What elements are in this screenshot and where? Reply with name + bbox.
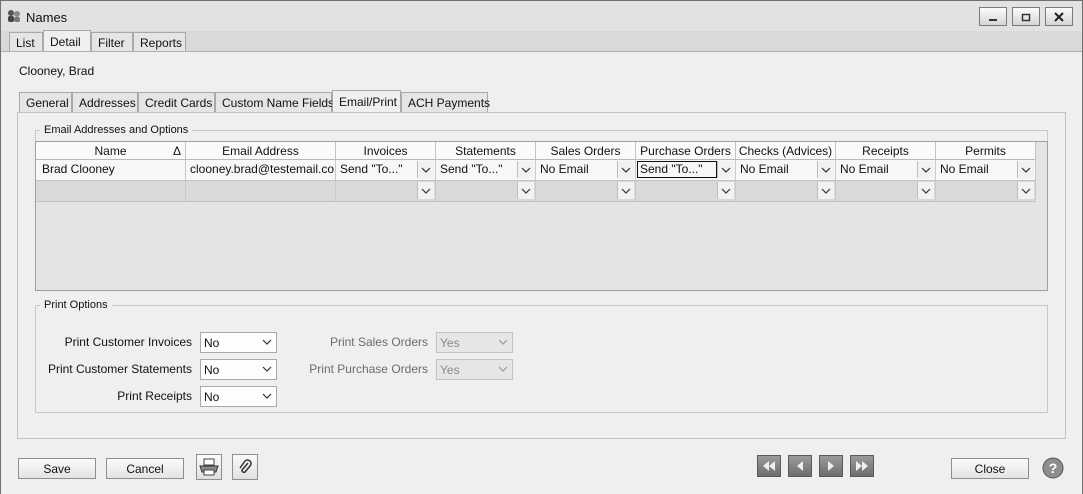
print-sales-orders-select: Yes (436, 332, 513, 353)
new-row-sales-orders-select[interactable] (536, 181, 636, 202)
names-window: Names List Detail Filter Reports Clooney… (0, 0, 1083, 494)
print-receipts-select[interactable]: No (200, 386, 277, 407)
new-row-name[interactable] (36, 181, 186, 202)
print-purchase-orders-label: Print Purchase Orders (309, 362, 428, 376)
previous-record-icon (797, 461, 803, 471)
printer-icon (199, 458, 219, 476)
chevron-down-icon (621, 167, 631, 173)
email-options-title: Email Addresses and Options (44, 124, 189, 136)
cell-statements-select[interactable]: Send "To..." (436, 160, 536, 181)
chevron-down-icon (421, 188, 431, 194)
print-customer-invoices-label: Print Customer Invoices (64, 335, 192, 349)
chevron-down-icon (262, 366, 272, 372)
chevron-down-icon (821, 188, 831, 194)
previous-record-button[interactable] (788, 455, 812, 477)
detail-panel: Clooney, Brad General Addresses Credit C… (1, 51, 1082, 494)
column-header-purchase-orders[interactable]: Purchase Orders (636, 142, 736, 160)
print-options-title: Print Options (44, 299, 108, 311)
first-record-icon (763, 461, 775, 471)
tab-email-print[interactable]: Email/Print (332, 90, 401, 112)
chevron-down-icon (721, 167, 731, 173)
new-row-permits-select[interactable] (936, 181, 1036, 202)
next-record-icon (828, 461, 834, 471)
title-bar: Names (1, 1, 1082, 31)
new-row-statements-select[interactable] (436, 181, 536, 202)
chevron-down-icon (621, 188, 631, 194)
chevron-down-icon (721, 188, 731, 194)
print-customer-statements-label: Print Customer Statements (47, 362, 192, 376)
last-record-icon (856, 461, 868, 471)
column-header-sales-orders[interactable]: Sales Orders (536, 142, 636, 160)
chevron-down-icon (521, 167, 531, 173)
email-grid[interactable]: Name Δ Email Address Invoices Statements… (35, 141, 1048, 291)
print-sales-orders-label: Print Sales Orders (329, 335, 428, 349)
cell-receipts-select[interactable]: No Email (836, 160, 936, 181)
chevron-down-icon (262, 339, 272, 345)
chevron-down-icon (1021, 188, 1031, 194)
print-button[interactable] (196, 454, 222, 480)
last-record-button[interactable] (850, 455, 874, 477)
sort-ascending-icon: Δ (172, 144, 181, 158)
chevron-down-icon (921, 167, 931, 173)
new-row-invoices-select[interactable] (336, 181, 436, 202)
help-icon[interactable]: ? (1042, 457, 1064, 479)
close-button[interactable]: Close (951, 458, 1029, 479)
tab-addresses[interactable]: Addresses (72, 92, 138, 112)
next-record-button[interactable] (819, 455, 843, 477)
paperclip-icon (239, 459, 252, 474)
print-receipts-label: Print Receipts (117, 389, 192, 403)
chevron-down-icon (1021, 167, 1031, 173)
tab-list[interactable]: List (9, 32, 43, 52)
tab-filter[interactable]: Filter (91, 32, 133, 52)
print-purchase-orders-select: Yes (436, 359, 513, 380)
tab-reports[interactable]: Reports (133, 32, 186, 52)
print-customer-invoices-select[interactable]: No (200, 332, 277, 353)
close-window-button[interactable] (1045, 7, 1073, 26)
tab-ach-payments[interactable]: ACH Payments (401, 92, 490, 112)
column-header-email[interactable]: Email Address (186, 142, 336, 160)
window-title: Names (26, 10, 68, 25)
tab-custom-name-fields[interactable]: Custom Name Fields (215, 92, 334, 112)
restore-icon (1021, 13, 1031, 21)
print-customer-statements-select[interactable]: No (200, 359, 277, 380)
column-header-name[interactable]: Name Δ (36, 142, 186, 160)
tab-detail[interactable]: Detail (43, 30, 91, 52)
cell-permits-select[interactable]: No Email (936, 160, 1036, 181)
column-header-checks[interactable]: Checks (Advices) (736, 142, 836, 160)
cell-purchase-orders-select[interactable]: Send "To..." (636, 160, 736, 181)
chevron-down-icon (921, 188, 931, 194)
chevron-down-icon (821, 167, 831, 173)
record-name: Clooney, Brad (19, 64, 95, 78)
new-row-receipts-select[interactable] (836, 181, 936, 202)
chevron-down-icon (262, 393, 272, 399)
chevron-down-icon (498, 339, 508, 345)
new-row-purchase-orders-select[interactable] (636, 181, 736, 202)
save-button[interactable]: Save (18, 458, 96, 479)
chevron-down-icon (521, 188, 531, 194)
close-icon (1054, 11, 1064, 22)
minimize-icon (989, 18, 997, 21)
tab-credit-cards[interactable]: Credit Cards (138, 92, 215, 112)
new-row-checks-select[interactable] (736, 181, 836, 202)
minimize-button[interactable] (979, 7, 1007, 26)
cell-checks-select[interactable]: No Email (736, 160, 836, 181)
cell-email[interactable]: clooney.brad@testemail.co (186, 160, 336, 181)
chevron-down-icon (498, 366, 508, 372)
cancel-button[interactable]: Cancel (106, 458, 184, 479)
names-app-icon (8, 10, 20, 22)
cell-sales-orders-select[interactable]: No Email (536, 160, 636, 181)
column-header-permits[interactable]: Permits (936, 142, 1036, 160)
attach-button[interactable] (232, 454, 258, 480)
restore-button[interactable] (1012, 7, 1040, 26)
svg-text:?: ? (1049, 460, 1058, 476)
column-header-invoices[interactable]: Invoices (336, 142, 436, 160)
cell-name[interactable]: Brad Clooney (36, 160, 186, 181)
column-header-statements[interactable]: Statements (436, 142, 536, 160)
tab-general[interactable]: General (19, 92, 72, 112)
first-record-button[interactable] (757, 455, 781, 477)
new-row-email[interactable] (186, 181, 336, 202)
column-header-receipts[interactable]: Receipts (836, 142, 936, 160)
chevron-down-icon (421, 167, 431, 173)
cell-invoices-select[interactable]: Send "To..." (336, 160, 436, 181)
